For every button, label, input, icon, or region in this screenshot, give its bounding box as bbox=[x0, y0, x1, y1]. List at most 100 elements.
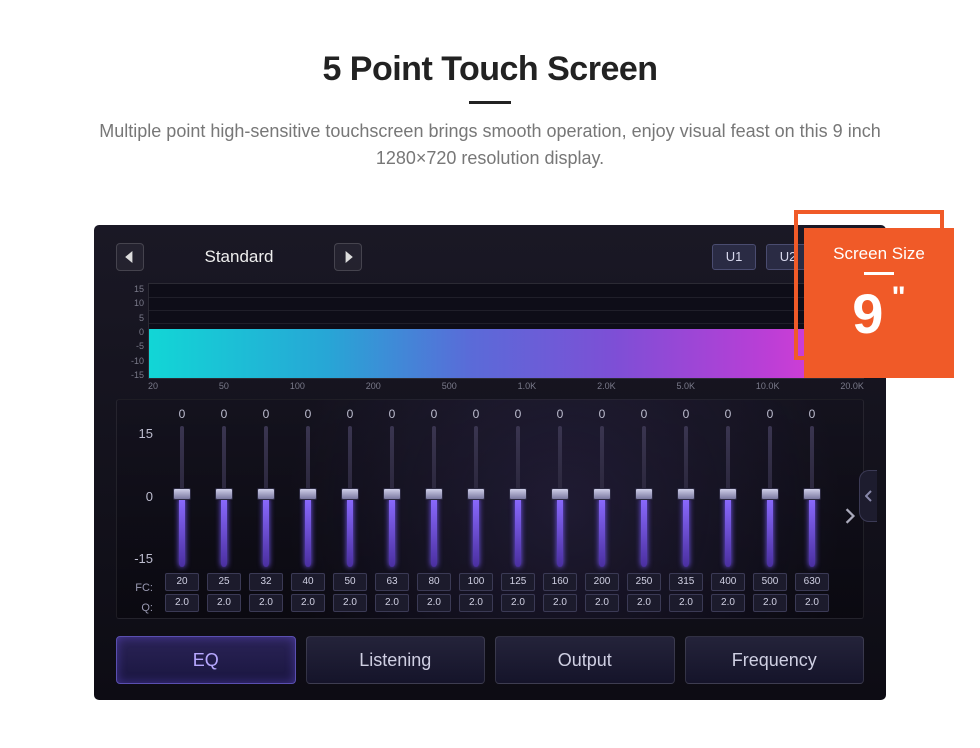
eq-band-slider[interactable] bbox=[763, 426, 777, 567]
eq-band: 03152.0 bbox=[665, 406, 707, 612]
eq-band-value: 0 bbox=[599, 406, 606, 422]
badge-underline bbox=[864, 272, 894, 275]
eq-scroll-right-button[interactable] bbox=[839, 498, 861, 534]
eq-band-value: 0 bbox=[431, 406, 438, 422]
eq-band-value: 0 bbox=[725, 406, 732, 422]
eq-band-slider[interactable] bbox=[259, 426, 273, 567]
eq-band-fc[interactable]: 200 bbox=[585, 573, 619, 591]
eq-band-value: 0 bbox=[557, 406, 564, 422]
eq-band-fc[interactable]: 125 bbox=[501, 573, 535, 591]
eq-band-q[interactable]: 2.0 bbox=[417, 594, 451, 612]
eq-band: 0 125 2.0 bbox=[497, 406, 539, 612]
spectrum-fill bbox=[149, 329, 863, 378]
spectrum-y-tick: -15 bbox=[118, 370, 144, 380]
spectrum-x-tick: 50 bbox=[219, 381, 229, 391]
eq-band-slider[interactable] bbox=[217, 426, 231, 567]
spectrum-x-tick: 200 bbox=[366, 381, 381, 391]
eq-band-value: 0 bbox=[263, 406, 270, 422]
eq-band-fc[interactable]: 250 bbox=[627, 573, 661, 591]
tab-eq[interactable]: EQ bbox=[116, 636, 296, 684]
eq-band-value: 0 bbox=[347, 406, 354, 422]
eq-topbar: Standard U1 U2 U3 bbox=[94, 225, 886, 279]
eq-band-fc[interactable]: 630 bbox=[795, 573, 829, 591]
eq-band: 0 400 2.0 bbox=[707, 406, 749, 612]
eq-band-q[interactable]: 2.0 bbox=[291, 594, 325, 612]
eq-band-q[interactable]: 2.0 bbox=[501, 594, 535, 612]
eq-band-value: 0 bbox=[473, 406, 480, 422]
user-preset-u1[interactable]: U1 bbox=[712, 244, 756, 270]
eq-band-fc[interactable]: 25 bbox=[207, 573, 241, 591]
preset-prev-button[interactable] bbox=[116, 243, 144, 271]
eq-band-fc[interactable]: 400 bbox=[711, 573, 745, 591]
eq-band-fc[interactable]: 100 bbox=[459, 573, 493, 591]
spectrum-y-tick: -5 bbox=[118, 341, 144, 351]
eq-band-fc[interactable]: 160 bbox=[543, 573, 577, 591]
eq-band: 02502.0 bbox=[623, 406, 665, 612]
eq-band: 0 160 2.0 bbox=[539, 406, 581, 612]
eq-band-slider[interactable] bbox=[679, 426, 693, 567]
eq-band-q[interactable]: 2.0 bbox=[165, 594, 199, 612]
eq-band-q[interactable]: 2.0 bbox=[753, 594, 787, 612]
spectrum-x-tick: 500 bbox=[442, 381, 457, 391]
eq-expand-handle[interactable] bbox=[859, 470, 877, 522]
spectrum-x-tick: 10.0K bbox=[756, 381, 780, 391]
eq-y-tick: -15 bbox=[125, 551, 153, 566]
eq-band-q[interactable]: 2.0 bbox=[795, 594, 829, 612]
eq-band-fc[interactable]: 40 bbox=[291, 573, 325, 591]
spectrum-y-tick: 5 bbox=[118, 313, 144, 323]
page-title: 5 Point Touch Screen bbox=[0, 50, 980, 89]
eq-band: 0 25 2.0 bbox=[203, 406, 245, 612]
eq-band-slider[interactable] bbox=[469, 426, 483, 567]
eq-band-q[interactable]: 2.0 bbox=[459, 594, 493, 612]
device-screen: Standard U1 U2 U3 151050-5-10-15 2050100… bbox=[94, 225, 886, 700]
eq-band-value: 0 bbox=[179, 406, 186, 422]
tab-listening[interactable]: Listening bbox=[306, 636, 486, 684]
eq-band-slider[interactable] bbox=[343, 426, 357, 567]
eq-band: 0 32 2.0 bbox=[245, 406, 287, 612]
eq-band-slider[interactable] bbox=[721, 426, 735, 567]
eq-band-q[interactable]: 2.0 bbox=[585, 594, 619, 612]
eq-band-fc[interactable]: 80 bbox=[417, 573, 451, 591]
eq-band-value: 0 bbox=[767, 406, 774, 422]
eq-band-fc[interactable]: 315 bbox=[669, 573, 703, 591]
badge-label: Screen Size bbox=[814, 244, 944, 264]
tab-output[interactable]: Output bbox=[495, 636, 675, 684]
eq-band-q[interactable]: 2.0 bbox=[543, 594, 577, 612]
eq-band-slider[interactable] bbox=[553, 426, 567, 567]
preset-next-button[interactable] bbox=[334, 243, 362, 271]
eq-band-slider[interactable] bbox=[175, 426, 189, 567]
tab-frequency[interactable]: Frequency bbox=[685, 636, 865, 684]
eq-band-slider[interactable] bbox=[595, 426, 609, 567]
eq-band-slider[interactable] bbox=[805, 426, 819, 567]
eq-band-slider[interactable] bbox=[385, 426, 399, 567]
eq-band-value: 0 bbox=[515, 406, 522, 422]
spectrum-graph bbox=[148, 283, 864, 379]
fc-row-label: FC: bbox=[123, 582, 153, 594]
spectrum-y-tick: -10 bbox=[118, 356, 144, 366]
eq-band-fc[interactable]: 32 bbox=[249, 573, 283, 591]
hero: 5 Point Touch Screen Multiple point high… bbox=[0, 0, 980, 172]
eq-band: 0632.0 bbox=[371, 406, 413, 612]
eq-band-slider[interactable] bbox=[637, 426, 651, 567]
eq-band-slider[interactable] bbox=[427, 426, 441, 567]
eq-band-q[interactable]: 2.0 bbox=[669, 594, 703, 612]
eq-band: 0 50 2.0 bbox=[329, 406, 371, 612]
eq-band-value: 0 bbox=[221, 406, 228, 422]
eq-band-q[interactable]: 2.0 bbox=[627, 594, 661, 612]
spectrum-x-tick: 2.0K bbox=[597, 381, 616, 391]
eq-band-q[interactable]: 2.0 bbox=[711, 594, 745, 612]
eq-band-slider[interactable] bbox=[301, 426, 315, 567]
eq-band-fc[interactable]: 50 bbox=[333, 573, 367, 591]
eq-band: 0 20 2.0 bbox=[161, 406, 203, 612]
eq-band-q[interactable]: 2.0 bbox=[207, 594, 241, 612]
eq-band-fc[interactable]: 500 bbox=[753, 573, 787, 591]
eq-band-q[interactable]: 2.0 bbox=[249, 594, 283, 612]
eq-band-value: 0 bbox=[809, 406, 816, 422]
eq-band-fc[interactable]: 63 bbox=[375, 573, 409, 591]
preset-label: Standard bbox=[154, 247, 324, 267]
eq-band-q[interactable]: 2.0 bbox=[375, 594, 409, 612]
eq-band-q[interactable]: 2.0 bbox=[333, 594, 367, 612]
eq-band-slider[interactable] bbox=[511, 426, 525, 567]
spectrum-y-tick: 15 bbox=[118, 284, 144, 294]
eq-band-fc[interactable]: 20 bbox=[165, 573, 199, 591]
